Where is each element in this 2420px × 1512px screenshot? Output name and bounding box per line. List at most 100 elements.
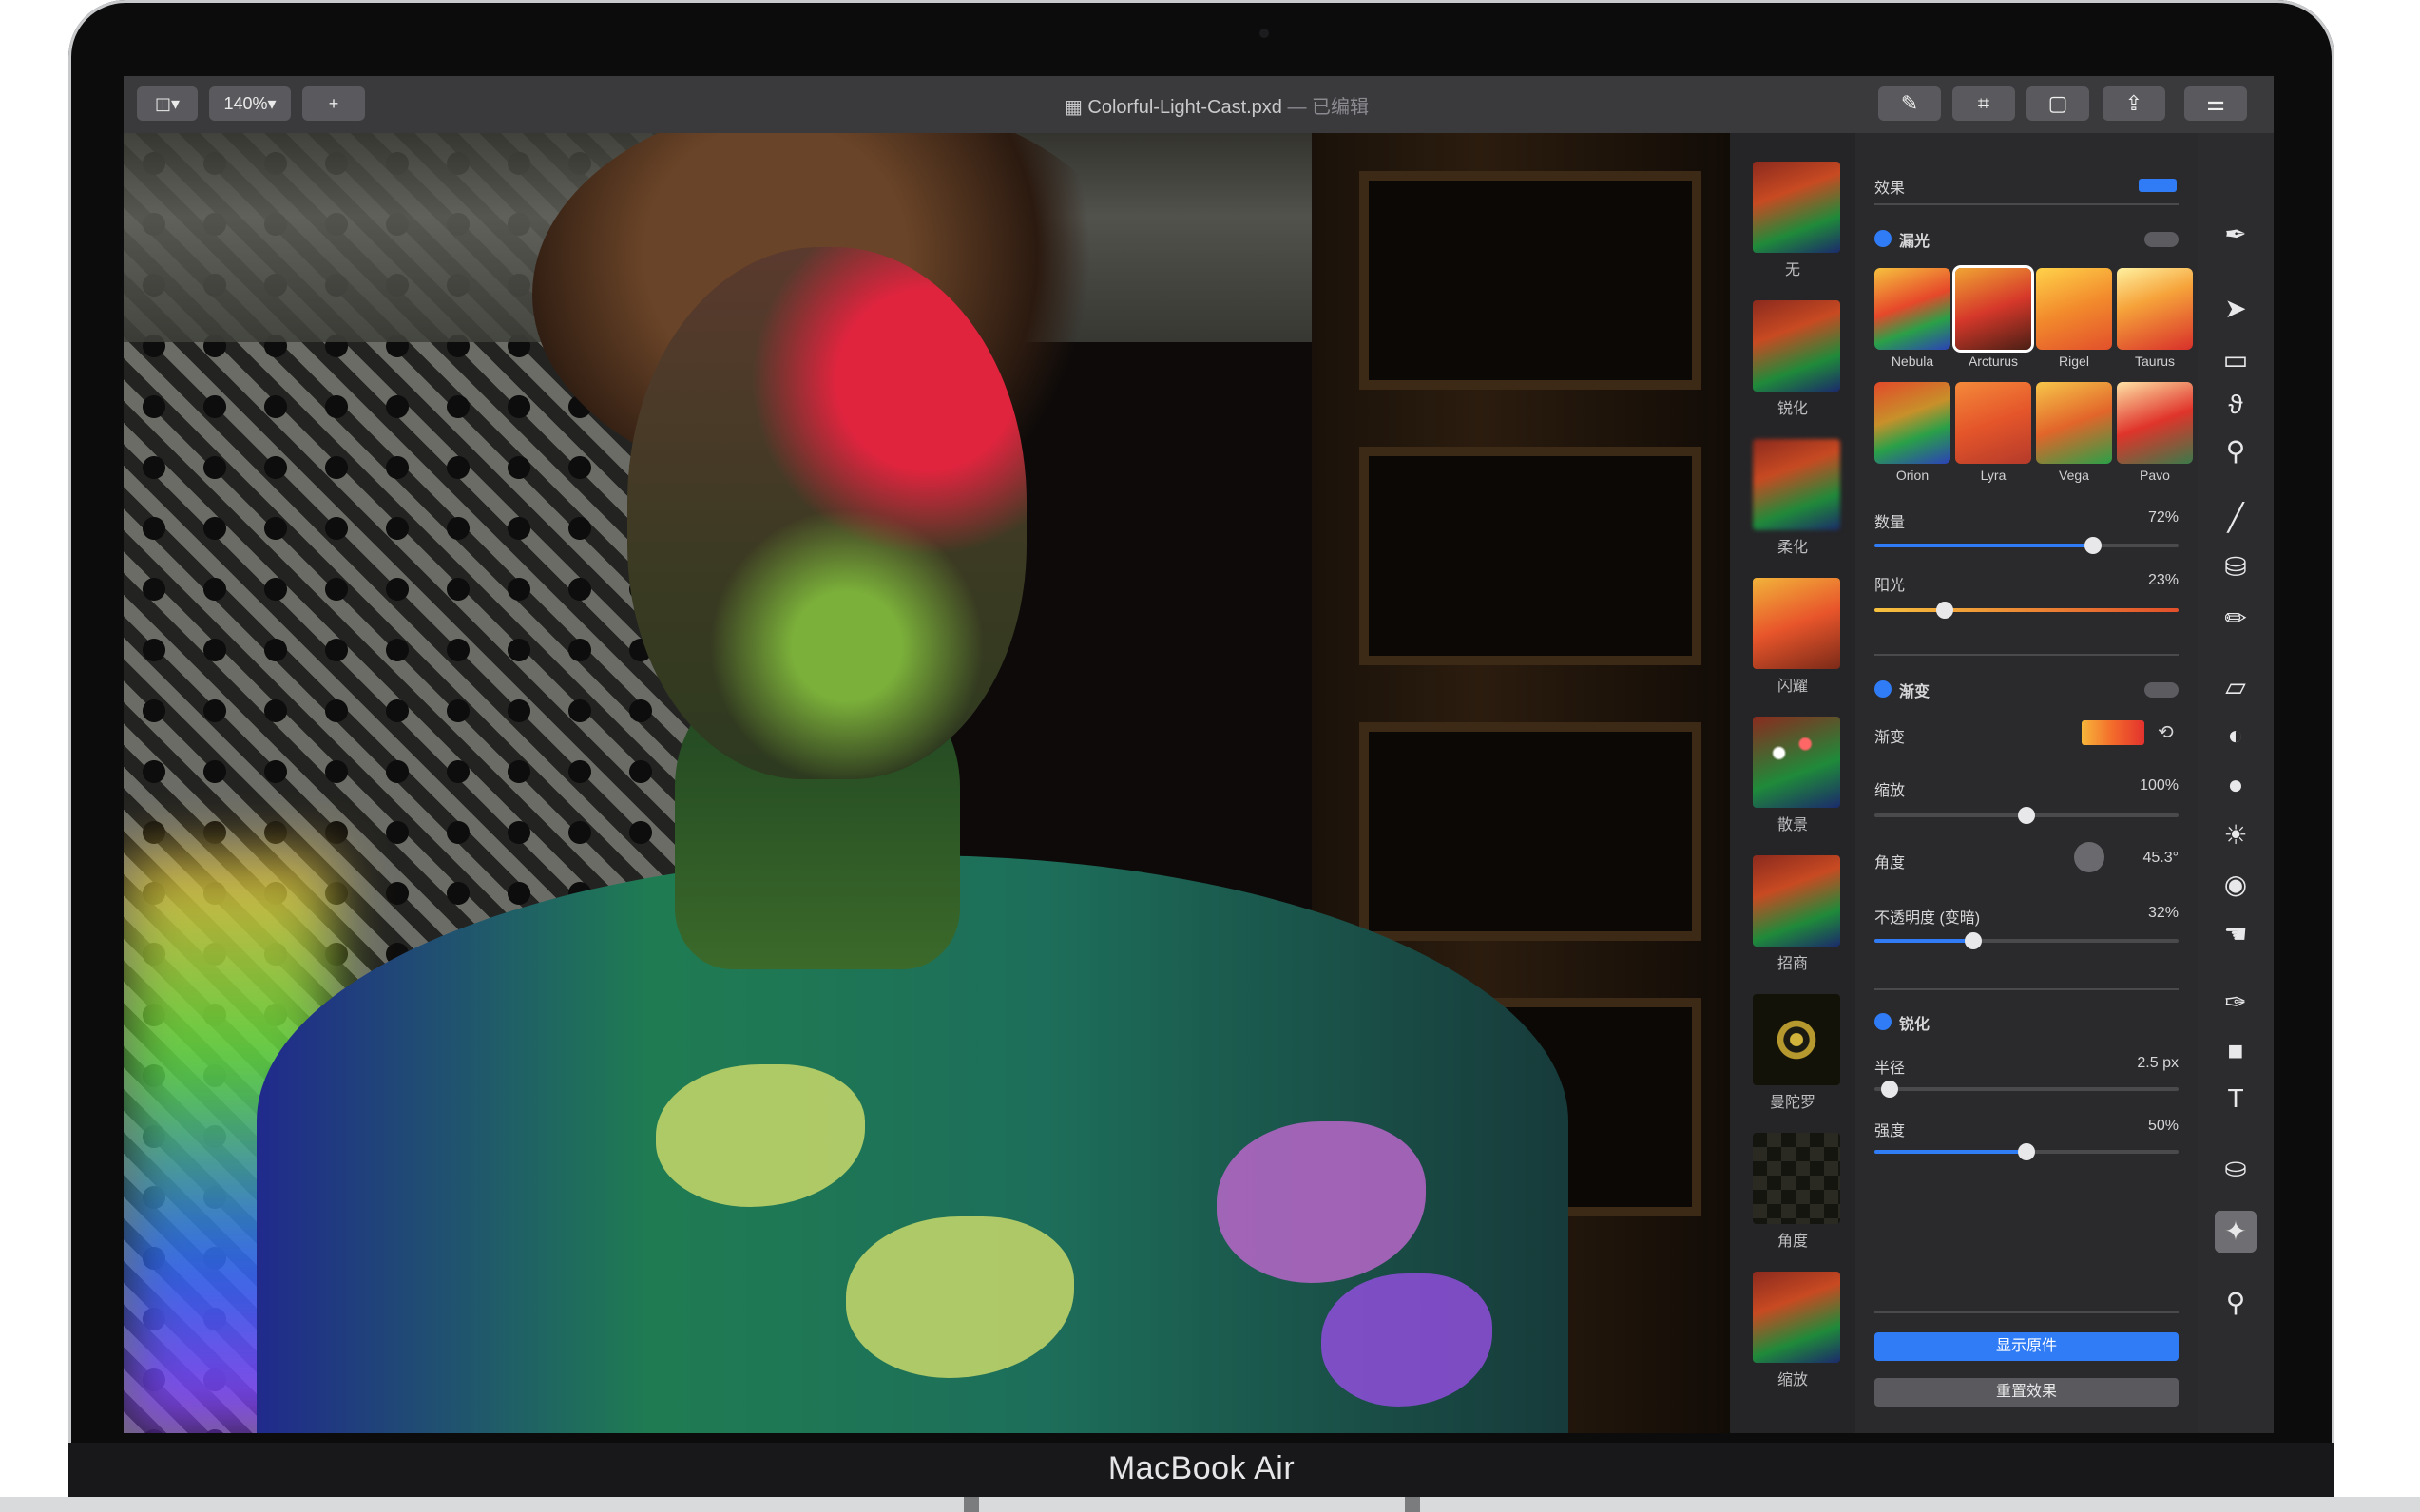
share-button[interactable]: ⇪: [2103, 86, 2165, 121]
preset-arcturus[interactable]: [1955, 268, 2031, 350]
effect-thumbnails: 无 锐化 柔化 闪耀 散景 招商 曼陀罗 角度 缩放: [1730, 133, 1855, 1433]
thumbnail-label: 曼陀罗: [1769, 1095, 1815, 1111]
share-icon: ⇪: [2124, 91, 2143, 115]
crop-button[interactable]: ⌗: [1952, 86, 2015, 121]
document-button[interactable]: ▢: [2026, 86, 2089, 121]
pen-tool-icon[interactable]: ✒: [2198, 219, 2274, 250]
thumbnail-label: 锐化: [1777, 401, 1808, 417]
add-button[interactable]: +: [302, 86, 365, 121]
thumbnail-label: 柔化: [1777, 540, 1808, 556]
gradient-label: 渐变: [1874, 730, 1906, 746]
thumbnail-glow[interactable]: [1753, 578, 1840, 669]
preset-orion[interactable]: [1874, 382, 1950, 464]
preset-taurus[interactable]: [2117, 268, 2193, 350]
eraser-icon[interactable]: ▱: [2198, 671, 2274, 702]
gradient-toggle[interactable]: [1874, 680, 1892, 698]
layout-button[interactable]: ◫▾: [137, 86, 198, 121]
amount-slider-knob[interactable]: [2084, 537, 2102, 554]
amount-value: 72%: [2147, 509, 2179, 526]
intensity-value: 50%: [2147, 1118, 2179, 1134]
paint-bucket-icon[interactable]: ⛀: [2198, 1152, 2274, 1183]
opacity-slider-fill: [1874, 939, 1973, 943]
adjust-button[interactable]: ⚌: [2184, 86, 2247, 121]
light-leak-title: 漏光: [1899, 234, 1930, 250]
thumbnail-label: 无: [1784, 262, 1800, 278]
effects-tab-indicator[interactable]: [2139, 179, 2177, 192]
pencil-icon[interactable]: ✏: [2198, 603, 2274, 634]
preset-pavo[interactable]: [2117, 382, 2193, 464]
divider: [1874, 1311, 2179, 1313]
lasso-icon[interactable]: ϑ: [2198, 390, 2274, 420]
preset-vega[interactable]: [2036, 382, 2112, 464]
shape-icon[interactable]: ■: [2198, 1036, 2274, 1066]
zoom-icon[interactable]: ⚲: [2198, 1287, 2274, 1318]
thumbnail-bokeh[interactable]: [1753, 717, 1840, 808]
show-original-button[interactable]: 显示原件: [1874, 1332, 2179, 1361]
gradient-options[interactable]: [2144, 682, 2179, 698]
sunlight-slider-knob[interactable]: [1936, 602, 1953, 619]
amount-slider-fill: [1874, 544, 2093, 547]
brush-icon: ✎: [1900, 91, 1919, 115]
sharpen-toggle[interactable]: [1874, 1013, 1892, 1030]
swap-icon[interactable]: ⟲: [2158, 720, 2174, 744]
preset-label: Arcturus: [1968, 354, 2019, 369]
thumbnail-mandala[interactable]: [1753, 994, 1840, 1085]
intensity-slider-knob[interactable]: [2018, 1143, 2035, 1160]
arrow-icon[interactable]: ➤: [2198, 293, 2274, 324]
magic-wand-icon[interactable]: ⚲: [2198, 435, 2274, 467]
thumbnail-sharpen[interactable]: [1753, 300, 1840, 392]
crop-icon: ⌗: [1977, 91, 1990, 115]
preset-label: Vega: [2059, 468, 2089, 483]
thumbnail-soften[interactable]: [1753, 439, 1840, 530]
bucket-icon[interactable]: ⛁: [2198, 551, 2274, 583]
thumbnail-label: 散景: [1777, 817, 1808, 833]
smudge-icon[interactable]: ☚: [2198, 918, 2274, 949]
radius-slider[interactable]: [1874, 1087, 2179, 1091]
document-icon: ▢: [2047, 91, 2068, 115]
zoom-select[interactable]: 140%▾: [209, 86, 291, 121]
gradient-swatch[interactable]: [2082, 720, 2144, 745]
angle-value: 45.3°: [2142, 850, 2179, 866]
sunlight-slider[interactable]: [1874, 608, 2179, 612]
light-leak-toggle[interactable]: [1874, 230, 1892, 247]
sphere-icon[interactable]: ◉: [2198, 869, 2274, 900]
clone-icon[interactable]: ◐: [2198, 720, 2274, 751]
screen: ◫▾ 140%▾ + ▦ Colorful-Light-Cast.pxd — 已…: [124, 76, 2274, 1433]
reset-effects-button[interactable]: 重置效果: [1874, 1378, 2179, 1407]
pen-icon[interactable]: ✑: [2198, 986, 2274, 1018]
brush-icon[interactable]: ╱: [2198, 502, 2274, 533]
divider: [1874, 654, 2179, 656]
thumbnail-label: 招商: [1777, 956, 1808, 972]
effect-settings: 效果 漏光 Nebula Arcturus Rigel Taurus Orion…: [1855, 133, 2198, 1433]
preset-lyra[interactable]: [1955, 382, 2031, 464]
sun-icon[interactable]: ☀: [2198, 819, 2274, 851]
radius-value: 2.5 px: [2137, 1055, 2179, 1071]
laptop-chin: MacBook Air: [68, 1443, 2334, 1497]
opacity-value: 32%: [2147, 905, 2179, 921]
thumbnail-zoom[interactable]: [1753, 1272, 1840, 1363]
effects-icon[interactable]: ✦: [2215, 1211, 2257, 1253]
select-rect-icon[interactable]: ▭: [2198, 344, 2274, 375]
thumbnail-attract[interactable]: [1753, 855, 1840, 947]
scale-label: 缩放: [1874, 783, 1906, 799]
preset-label: Rigel: [2059, 354, 2089, 369]
hinge-notch: [964, 1497, 979, 1512]
document-title: ▦ Colorful-Light-Cast.pxd — 已编辑: [884, 91, 1549, 119]
brush-button[interactable]: ✎: [1878, 86, 1941, 121]
radius-slider-knob[interactable]: [1881, 1081, 1898, 1098]
light-leak-options[interactable]: [2144, 232, 2179, 247]
thumbnail-angle[interactable]: [1753, 1133, 1840, 1224]
angle-dial[interactable]: [2074, 842, 2104, 872]
opacity-slider-knob[interactable]: [1965, 932, 1982, 949]
preset-rigel[interactable]: [2036, 268, 2112, 350]
photo-door-panel: [1359, 722, 1701, 941]
scale-slider-knob[interactable]: [2018, 807, 2035, 824]
preset-nebula[interactable]: [1874, 268, 1950, 350]
thumbnail-none[interactable]: [1753, 162, 1840, 253]
image-canvas[interactable]: [124, 133, 1730, 1433]
text-icon[interactable]: T: [2198, 1083, 2274, 1114]
radius-label: 半径: [1874, 1061, 1906, 1077]
camera: [1259, 29, 1269, 38]
intensity-label: 强度: [1874, 1123, 1906, 1139]
blur-icon[interactable]: ●: [2198, 770, 2274, 800]
